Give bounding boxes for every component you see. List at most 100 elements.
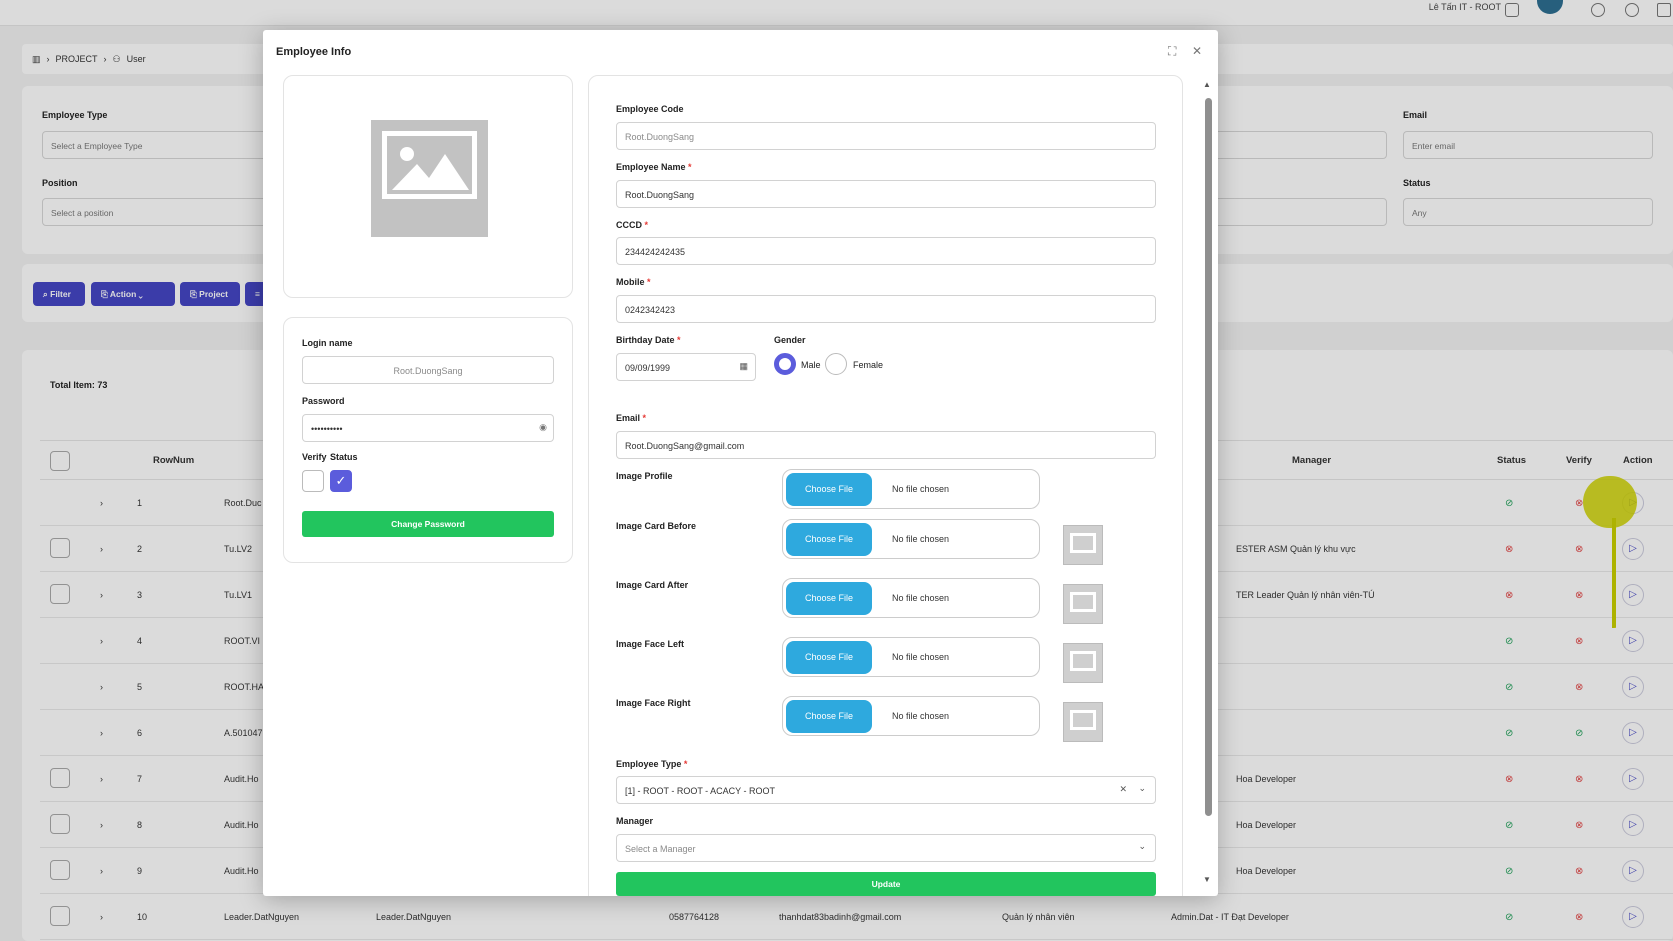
- project-button[interactable]: ⎘ Project: [180, 282, 240, 306]
- table-row[interactable]: › 10 Leader.DatNguyen Leader.DatNguyen 05877…: [40, 894, 1673, 940]
- mobile-label: Mobile *: [616, 277, 651, 287]
- breadcrumb-user[interactable]: User: [127, 54, 146, 64]
- change-password-button[interactable]: Change Password: [302, 511, 554, 537]
- row-checkbox[interactable]: [50, 906, 70, 926]
- gender-male-label: Male: [801, 360, 821, 370]
- status-icon: ⊗: [1505, 544, 1514, 555]
- card-before-thumbnail: [1063, 525, 1103, 565]
- manager-select[interactable]: Select a Manager ⌄: [616, 834, 1156, 862]
- bell-icon[interactable]: [1505, 3, 1519, 17]
- mobile-input[interactable]: 0242342423: [616, 295, 1156, 323]
- user-icon: ⚇: [112, 53, 121, 64]
- expand-row-icon[interactable]: ›: [100, 544, 103, 554]
- image-face-right-file[interactable]: Choose File No file chosen: [782, 696, 1040, 736]
- password-input[interactable]: •••••••••• ◉: [302, 414, 554, 442]
- choose-file-button[interactable]: Choose File: [786, 523, 872, 556]
- update-button[interactable]: Update: [616, 872, 1156, 896]
- chevron-down-icon[interactable]: ⌄: [1138, 841, 1146, 852]
- filter-button[interactable]: ⌕ Filter: [33, 282, 85, 306]
- card-after-thumbnail: [1063, 584, 1103, 624]
- employee-type-filter[interactable]: Select a Employee Type: [42, 131, 282, 159]
- row-checkbox[interactable]: [50, 768, 70, 788]
- edit-action-icon[interactable]: ▷: [1622, 814, 1644, 836]
- expand-row-icon[interactable]: ›: [100, 912, 103, 922]
- scroll-down-icon[interactable]: ▼: [1203, 875, 1211, 884]
- row-phone: 0587764128: [669, 912, 720, 922]
- status-filter[interactable]: Any: [1403, 198, 1653, 226]
- row-checkbox[interactable]: [50, 538, 70, 558]
- hidden-filter-1[interactable]: [1212, 131, 1387, 159]
- image-face-left-file[interactable]: Choose File No file chosen: [782, 637, 1040, 677]
- verify-checkbox[interactable]: [302, 470, 324, 492]
- logout-icon[interactable]: [1657, 3, 1671, 17]
- select-all-checkbox[interactable]: [50, 451, 70, 471]
- expand-row-icon[interactable]: ›: [100, 774, 103, 784]
- expand-row-icon[interactable]: ›: [100, 498, 103, 508]
- gear-icon[interactable]: [1625, 3, 1639, 17]
- employee-type-filter-label: Employee Type: [42, 110, 108, 120]
- scroll-up-icon[interactable]: ▲: [1203, 80, 1211, 89]
- email-input[interactable]: Root.DuongSang@gmail.com: [616, 431, 1156, 459]
- row-checkbox[interactable]: [50, 814, 70, 834]
- row-num: 5: [137, 682, 143, 692]
- info-icon[interactable]: [1591, 3, 1605, 17]
- image-card-before-file[interactable]: Choose File No file chosen: [782, 519, 1040, 559]
- expand-row-icon[interactable]: ›: [100, 636, 103, 646]
- login-name-input[interactable]: Root.DuongSang: [302, 356, 554, 384]
- row-name: ROOT.HA: [224, 682, 265, 692]
- face-left-thumbnail: [1063, 643, 1103, 683]
- action-button[interactable]: ⎘ Action ⌄: [91, 282, 175, 306]
- employee-type-select[interactable]: [1] - ROOT - ROOT - ACACY - ROOT ✕ ⌄: [616, 776, 1156, 804]
- verify-label: Verify: [302, 452, 327, 462]
- edit-action-icon[interactable]: ▷: [1622, 722, 1644, 744]
- expand-row-icon[interactable]: ›: [100, 728, 103, 738]
- scrollbar-thumb[interactable]: [1205, 98, 1212, 816]
- gender-female-radio[interactable]: [825, 353, 847, 375]
- image-card-after-file[interactable]: Choose File No file chosen: [782, 578, 1040, 618]
- clear-icon[interactable]: ✕: [1119, 784, 1127, 795]
- eye-icon[interactable]: ◉: [539, 422, 547, 433]
- row-checkbox[interactable]: [50, 584, 70, 604]
- expand-row-icon[interactable]: ›: [100, 866, 103, 876]
- status-filter-label: Status: [1403, 178, 1431, 188]
- birthday-input[interactable]: 09/09/1999 ▦: [616, 353, 756, 381]
- breadcrumb-project[interactable]: PROJECT: [56, 54, 98, 64]
- edit-action-icon[interactable]: ▷: [1622, 860, 1644, 882]
- cccd-input[interactable]: 234424242435: [616, 237, 1156, 265]
- edit-action-icon[interactable]: ▷: [1622, 630, 1644, 652]
- calendar-icon[interactable]: ▦: [739, 361, 748, 372]
- chevron-down-icon[interactable]: ⌄: [1138, 783, 1146, 794]
- expand-icon[interactable]: ⛶: [1168, 44, 1176, 59]
- password-label: Password: [302, 396, 345, 406]
- employee-code-input[interactable]: Root.DuongSang: [616, 122, 1156, 150]
- email-label: Email *: [616, 413, 647, 423]
- expand-row-icon[interactable]: ›: [100, 682, 103, 692]
- row-name: Root.Duc: [224, 498, 262, 508]
- hidden-filter-2[interactable]: [1212, 198, 1387, 226]
- status-checkbox[interactable]: ✓: [330, 470, 352, 492]
- email-filter[interactable]: Enter email: [1403, 131, 1653, 159]
- image-profile-file[interactable]: Choose File No file chosen: [782, 469, 1040, 509]
- expand-row-icon[interactable]: ›: [100, 820, 103, 830]
- avatar[interactable]: [1537, 0, 1563, 14]
- choose-file-button[interactable]: Choose File: [786, 700, 872, 733]
- edit-action-icon[interactable]: ▷: [1622, 676, 1644, 698]
- choose-file-button[interactable]: Choose File: [786, 473, 872, 506]
- verify-icon: ⊗: [1575, 682, 1584, 693]
- employee-name-input[interactable]: Root.DuongSang: [616, 180, 1156, 208]
- edit-action-icon[interactable]: ▷: [1622, 906, 1644, 928]
- verify-icon: ⊗: [1575, 636, 1584, 647]
- position-filter[interactable]: Select a position: [42, 198, 282, 226]
- gender-male-radio[interactable]: [774, 353, 796, 375]
- edit-action-icon[interactable]: ▷: [1622, 768, 1644, 790]
- manager-placeholder: Select a Manager: [625, 844, 696, 854]
- choose-file-button[interactable]: Choose File: [786, 582, 872, 615]
- row-checkbox[interactable]: [50, 860, 70, 880]
- row-num: 4: [137, 636, 143, 646]
- password-value: ••••••••••: [311, 424, 343, 434]
- expand-row-icon[interactable]: ›: [100, 590, 103, 600]
- row-manager: Hoa Developer: [1236, 820, 1297, 830]
- close-icon[interactable]: ✕: [1192, 44, 1202, 58]
- choose-file-button[interactable]: Choose File: [786, 641, 872, 674]
- image-icon: [392, 147, 469, 190]
